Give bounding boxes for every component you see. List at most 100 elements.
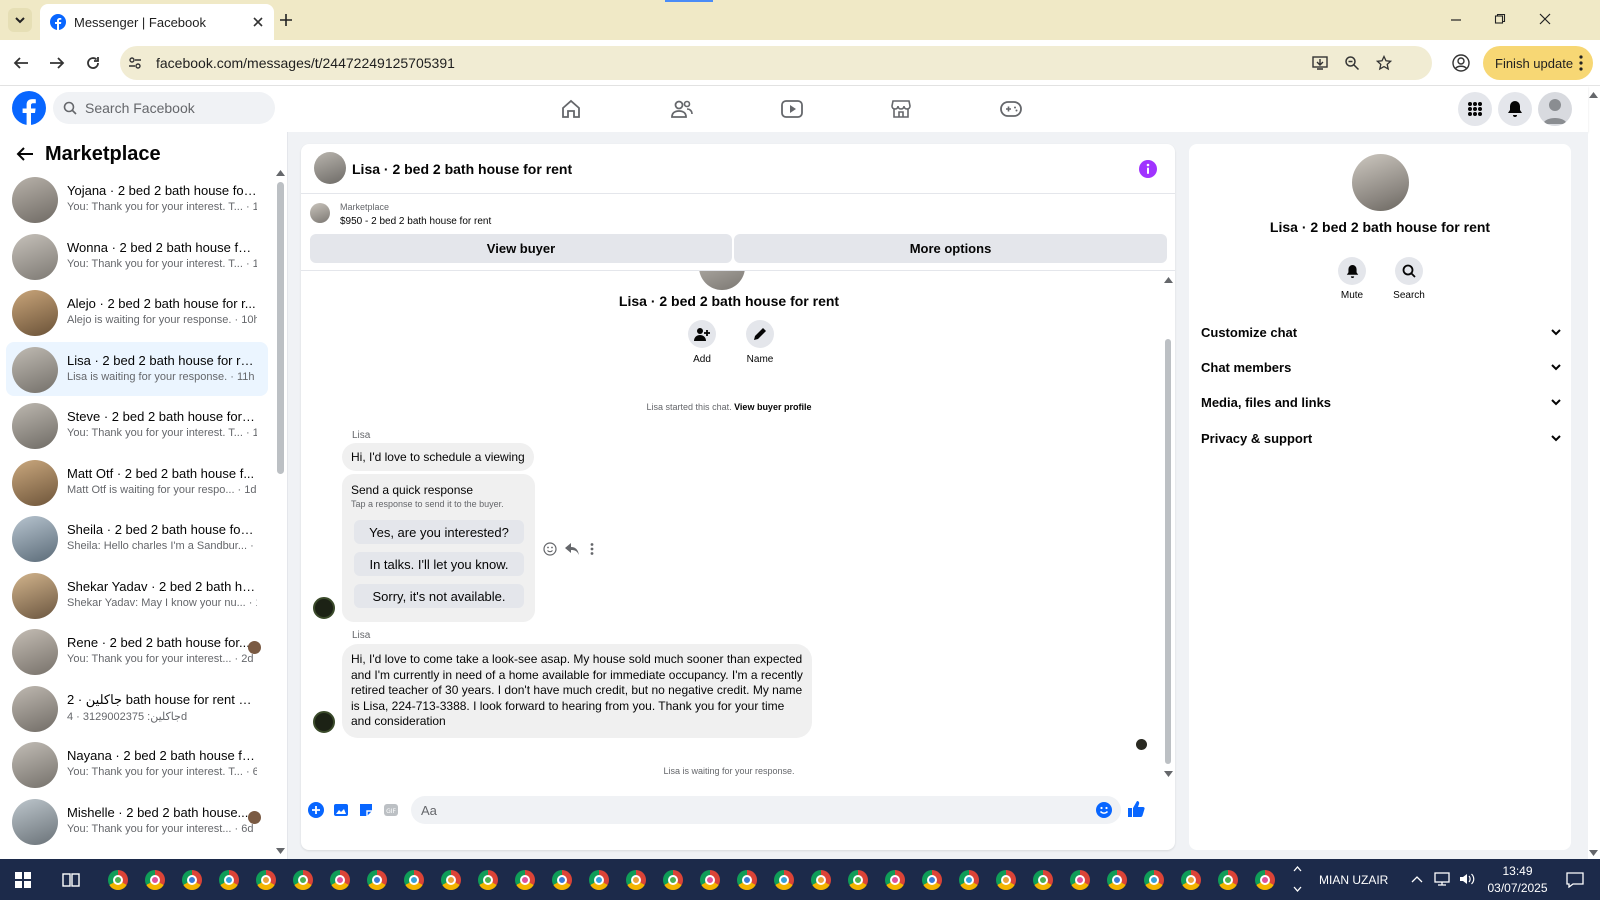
network-icon[interactable] bbox=[1434, 872, 1450, 886]
chrome-taskbar-icon[interactable] bbox=[959, 870, 979, 890]
chrome-taskbar-icon[interactable] bbox=[1218, 870, 1238, 890]
quick-response-yes[interactable]: Yes, are you interested? bbox=[354, 520, 524, 544]
tab-messenger[interactable]: Messenger | Facebook bbox=[40, 4, 274, 40]
menu-grid-button[interactable] bbox=[1458, 92, 1492, 126]
chrome-taskbar-icon[interactable] bbox=[1033, 870, 1053, 890]
chrome-taskbar-icon[interactable] bbox=[108, 870, 128, 890]
bookmark-star-icon[interactable] bbox=[1376, 55, 1392, 71]
plus-circle-icon[interactable] bbox=[308, 802, 324, 818]
section-chat-members[interactable]: Chat members bbox=[1201, 356, 1561, 378]
like-thumb-icon[interactable] bbox=[1127, 800, 1145, 818]
chrome-taskbar-icon[interactable] bbox=[922, 870, 942, 890]
chrome-taskbar-icon[interactable] bbox=[1181, 870, 1201, 890]
restore-icon[interactable] bbox=[1494, 13, 1506, 25]
reply-icon[interactable] bbox=[565, 543, 579, 555]
conversation-item[interactable]: Steve · 2 bed 2 bath house for r... You: … bbox=[6, 398, 268, 452]
finish-update-button[interactable]: Finish update bbox=[1483, 46, 1593, 80]
details-avatar[interactable] bbox=[1352, 154, 1409, 211]
scroll-down-icon[interactable] bbox=[1164, 771, 1173, 777]
facebook-logo-icon[interactable] bbox=[12, 91, 46, 125]
site-info-icon[interactable] bbox=[128, 56, 142, 70]
conversation-item[interactable]: Lisa · 2 bed 2 bath house for rent Lisa i… bbox=[6, 341, 268, 396]
conversation-item[interactable]: Wonna · 2 bed 2 bath house for... You: Th… bbox=[6, 229, 268, 283]
chrome-taskbar-icon[interactable] bbox=[145, 870, 165, 890]
chrome-taskbar-icon[interactable] bbox=[885, 870, 905, 890]
tab-search-button[interactable] bbox=[8, 8, 32, 32]
listing-thumbnail[interactable] bbox=[310, 203, 330, 223]
page-scroll-up-icon[interactable] bbox=[1589, 92, 1598, 98]
chrome-taskbar-icon[interactable] bbox=[737, 870, 757, 890]
add-people-button[interactable] bbox=[688, 320, 716, 348]
search-in-chat-button[interactable] bbox=[1395, 257, 1423, 285]
name-button[interactable] bbox=[746, 320, 774, 348]
new-tab-icon[interactable] bbox=[279, 13, 293, 27]
install-app-icon[interactable] bbox=[1312, 55, 1328, 71]
conversation-item[interactable]: Alejo · 2 bed 2 bath house for r... Alejo… bbox=[6, 285, 268, 339]
windows-start-icon[interactable] bbox=[15, 872, 31, 888]
conversation-item[interactable]: Sheila · 2 bed 2 bath house for r... Shei… bbox=[6, 511, 268, 565]
scroll-up-icon[interactable] bbox=[276, 170, 285, 176]
conversation-item[interactable]: Rene · 2 bed 2 bath house for... You: Tha… bbox=[6, 624, 268, 678]
back-arrow-icon[interactable] bbox=[16, 146, 34, 162]
taskbar-user[interactable]: MIAN UZAIR bbox=[1319, 873, 1388, 887]
chrome-taskbar-icon[interactable] bbox=[404, 870, 424, 890]
section-customize-chat[interactable]: Customize chat bbox=[1201, 321, 1561, 343]
marketplace-icon[interactable] bbox=[891, 99, 911, 119]
left-scrollbar[interactable] bbox=[277, 182, 284, 474]
quick-response-not-available[interactable]: Sorry, it's not available. bbox=[354, 584, 524, 608]
scroll-down-icon[interactable] bbox=[276, 848, 285, 854]
taskbar-overflow-icon[interactable] bbox=[1293, 865, 1302, 893]
message-bubble[interactable]: Hi, I'd love to schedule a viewing bbox=[342, 443, 534, 471]
info-icon[interactable] bbox=[1139, 160, 1157, 178]
section-privacy-support[interactable]: Privacy & support bbox=[1201, 427, 1561, 449]
account-avatar-button[interactable] bbox=[1538, 92, 1572, 126]
conversation-item[interactable]: جاكلين · 2 bath house for rent 2 ... جاكل… bbox=[6, 681, 268, 735]
chrome-taskbar-icon[interactable] bbox=[182, 870, 202, 890]
minimize-icon[interactable] bbox=[1450, 14, 1462, 26]
gif-icon[interactable]: GIF bbox=[383, 802, 399, 818]
section-media-files-links[interactable]: Media, files and links bbox=[1201, 391, 1561, 413]
zoom-icon[interactable] bbox=[1344, 55, 1360, 71]
chrome-taskbar-icon[interactable] bbox=[663, 870, 683, 890]
mute-button[interactable] bbox=[1338, 257, 1366, 285]
chrome-taskbar-icon[interactable] bbox=[478, 870, 498, 890]
chrome-taskbar-icon[interactable] bbox=[330, 870, 350, 890]
close-window-icon[interactable] bbox=[1539, 13, 1551, 25]
emoji-icon[interactable] bbox=[1096, 802, 1112, 818]
notifications-button[interactable] bbox=[1498, 92, 1532, 126]
quick-response-in-talks[interactable]: In talks. I'll let you know. bbox=[354, 552, 524, 576]
conversation-item[interactable]: Shekar Yadav · 2 bed 2 bath ho... Shekar … bbox=[6, 568, 268, 622]
home-icon[interactable] bbox=[561, 99, 581, 119]
chat-avatar[interactable] bbox=[314, 152, 346, 184]
listing-line[interactable]: $950 - 2 bed 2 bath house for rent bbox=[340, 216, 491, 227]
reload-icon[interactable] bbox=[85, 55, 101, 71]
task-view-icon[interactable] bbox=[62, 872, 80, 888]
notification-center-icon[interactable] bbox=[1566, 872, 1584, 888]
page-scroll-down-icon[interactable] bbox=[1589, 850, 1598, 856]
conversation-item[interactable]: Yojana · 2 bed 2 bath house for ... You: … bbox=[6, 172, 268, 226]
chrome-taskbar-icon[interactable] bbox=[256, 870, 276, 890]
chrome-taskbar-icon[interactable] bbox=[441, 870, 461, 890]
sticker-icon[interactable] bbox=[358, 802, 374, 818]
react-emoji-icon[interactable] bbox=[543, 542, 557, 556]
chrome-taskbar-icon[interactable] bbox=[1144, 870, 1164, 890]
volume-icon[interactable] bbox=[1459, 872, 1475, 886]
conversation-item[interactable]: Nayana · 2 bed 2 bath house fo... You: Th… bbox=[6, 737, 268, 791]
back-arrow-icon[interactable] bbox=[13, 55, 29, 71]
chrome-taskbar-icon[interactable] bbox=[552, 870, 572, 890]
chrome-taskbar-icon[interactable] bbox=[700, 870, 720, 890]
watch-video-icon[interactable] bbox=[781, 99, 803, 119]
sender-avatar[interactable] bbox=[313, 711, 335, 733]
message-bubble[interactable]: Hi, I'd love to come take a look-see asa… bbox=[342, 644, 812, 738]
chrome-taskbar-icon[interactable] bbox=[367, 870, 387, 890]
view-buyer-button[interactable]: View buyer bbox=[310, 234, 732, 263]
close-icon[interactable] bbox=[252, 16, 264, 28]
chrome-taskbar-icon[interactable] bbox=[840, 859, 876, 900]
taskbar-date[interactable]: 03/07/2025 bbox=[1478, 881, 1557, 895]
scroll-up-icon[interactable] bbox=[1164, 277, 1173, 283]
url-field[interactable]: facebook.com/messages/t/2447224912570539… bbox=[120, 46, 1432, 80]
sender-avatar[interactable] bbox=[313, 597, 335, 619]
conversation-item[interactable]: Matt Otf · 2 bed 2 bath house f... Matt O… bbox=[6, 455, 268, 509]
more-options-button[interactable]: More options bbox=[734, 234, 1167, 263]
chrome-taskbar-icon[interactable] bbox=[1107, 870, 1127, 890]
